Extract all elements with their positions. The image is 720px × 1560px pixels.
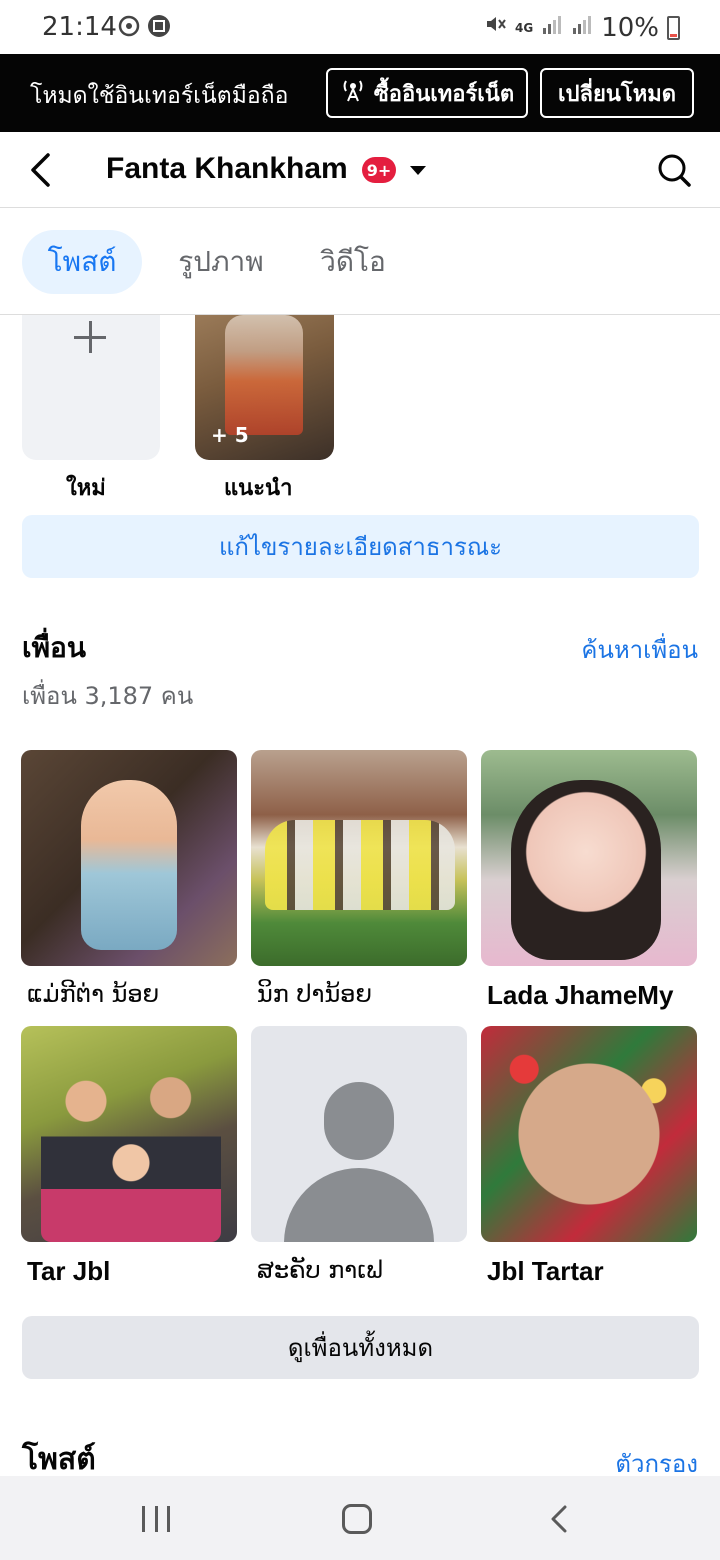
network-type: 4G bbox=[515, 20, 534, 35]
new-highlight-button[interactable] bbox=[22, 315, 160, 460]
antenna-icon bbox=[340, 77, 366, 109]
find-friends-link[interactable]: ค้นหาเพื่อน bbox=[581, 630, 698, 669]
buy-internet-label: ซื้ออินเทอร์เน็ต bbox=[373, 81, 515, 107]
avatar-head-shape bbox=[324, 1082, 394, 1160]
friend-card[interactable]: Jbl Tartar bbox=[481, 1026, 697, 1287]
app-notification-icon bbox=[147, 14, 171, 38]
caret-down-icon[interactable] bbox=[410, 166, 426, 175]
back-arrow-icon bbox=[31, 153, 50, 187]
search-button[interactable] bbox=[654, 150, 694, 190]
edit-public-details-button[interactable]: แก้ไขรายละเอียดสาธารณะ bbox=[22, 515, 699, 578]
friend-photo[interactable] bbox=[21, 750, 237, 966]
data-mode-label: โหมดใช้อินเทอร์เน็ตมือถือ bbox=[30, 83, 289, 109]
new-highlight-label: ใหม่ bbox=[66, 476, 106, 501]
avatar-body-shape bbox=[284, 1168, 434, 1242]
home-button[interactable] bbox=[342, 1504, 372, 1534]
status-time: 21:14 bbox=[42, 12, 117, 42]
mute-icon bbox=[483, 12, 507, 43]
system-back-button[interactable] bbox=[550, 1504, 568, 1534]
friend-card[interactable]: ນິກ ປານ້ອຍ bbox=[251, 750, 467, 1008]
friend-count: เพื่อน 3,187 คน bbox=[22, 682, 194, 710]
friend-card[interactable]: Lada JhameMy bbox=[481, 750, 697, 1011]
highlights-row: + 5 ใหม่ แนะนำ bbox=[0, 315, 720, 510]
friends-title: เพื่อน bbox=[22, 631, 86, 664]
friend-name[interactable]: ນິກ ປານ້ອຍ bbox=[251, 980, 467, 1008]
signal-icon bbox=[541, 13, 563, 43]
tab-posts[interactable]: โพสต์ bbox=[22, 230, 142, 294]
plus-icon bbox=[74, 321, 108, 355]
tab-videos[interactable]: วิดีโอ bbox=[310, 230, 396, 294]
status-bar: 21:14 4G 10% bbox=[0, 0, 720, 54]
recent-apps-button[interactable] bbox=[142, 1506, 170, 1532]
status-left-icons bbox=[117, 14, 171, 38]
recommended-count: + 5 bbox=[211, 423, 249, 447]
friend-name[interactable]: ແມ່ກີຕ່າ ນ້ອຍ bbox=[21, 980, 237, 1008]
switch-mode-label: เปลี่ยนโหมด bbox=[557, 81, 676, 107]
recommended-highlight[interactable]: + 5 bbox=[195, 315, 334, 460]
edit-public-details-label: แก้ไขรายละเอียดสาธารณะ bbox=[218, 533, 503, 561]
signal-icon-2 bbox=[571, 13, 593, 43]
friend-name[interactable]: Jbl Tartar bbox=[481, 1256, 697, 1287]
profile-header: Fanta Khankham 9+ bbox=[0, 132, 720, 208]
friend-photo[interactable] bbox=[21, 1026, 237, 1242]
friend-card[interactable]: Tar Jbl bbox=[21, 1026, 237, 1287]
notification-badge: 9+ bbox=[362, 157, 396, 183]
friend-name[interactable]: Tar Jbl bbox=[21, 1256, 237, 1287]
friend-card[interactable]: ສະຄັບ ກາເຟ bbox=[251, 1026, 467, 1284]
friend-photo[interactable] bbox=[481, 1026, 697, 1242]
profile-tabs: โพสต์ รูปภาพ วิดีโอ bbox=[0, 208, 720, 315]
battery-icon bbox=[667, 15, 680, 40]
buy-internet-button[interactable]: ซื้ออินเทอร์เน็ต bbox=[326, 68, 528, 118]
switch-mode-button[interactable]: เปลี่ยนโหมด bbox=[540, 68, 694, 118]
search-icon bbox=[658, 154, 691, 187]
friend-name[interactable]: ສະຄັບ ກາເຟ bbox=[251, 1256, 467, 1284]
system-nav-bar bbox=[0, 1476, 720, 1560]
profile-name[interactable]: Fanta Khankham bbox=[106, 152, 348, 186]
default-avatar-photo[interactable] bbox=[251, 1026, 467, 1242]
data-mode-banner: โหมดใช้อินเทอร์เน็ตมือถือ ซื้ออินเทอร์เน… bbox=[0, 54, 720, 132]
see-all-friends-label: ดูเพื่อนทั้งหมด bbox=[287, 1334, 434, 1362]
sync-icon bbox=[117, 14, 141, 38]
friend-photo[interactable] bbox=[481, 750, 697, 966]
friend-photo[interactable] bbox=[251, 750, 467, 966]
back-button[interactable] bbox=[22, 150, 62, 190]
see-all-friends-button[interactable]: ดูเพื่อนทั้งหมด bbox=[22, 1316, 699, 1379]
tab-photos[interactable]: รูปภาพ bbox=[168, 230, 274, 294]
recommended-highlight-label: แนะนำ bbox=[224, 476, 293, 501]
friend-name[interactable]: Lada JhameMy bbox=[481, 980, 697, 1011]
status-right: 4G 10% bbox=[483, 12, 680, 43]
friend-card[interactable]: ແມ່ກີຕ່າ ນ້ອຍ bbox=[21, 750, 237, 1008]
back-chevron-icon bbox=[551, 1505, 567, 1533]
battery-percent: 10% bbox=[601, 12, 659, 43]
highlight-photo bbox=[225, 315, 303, 435]
